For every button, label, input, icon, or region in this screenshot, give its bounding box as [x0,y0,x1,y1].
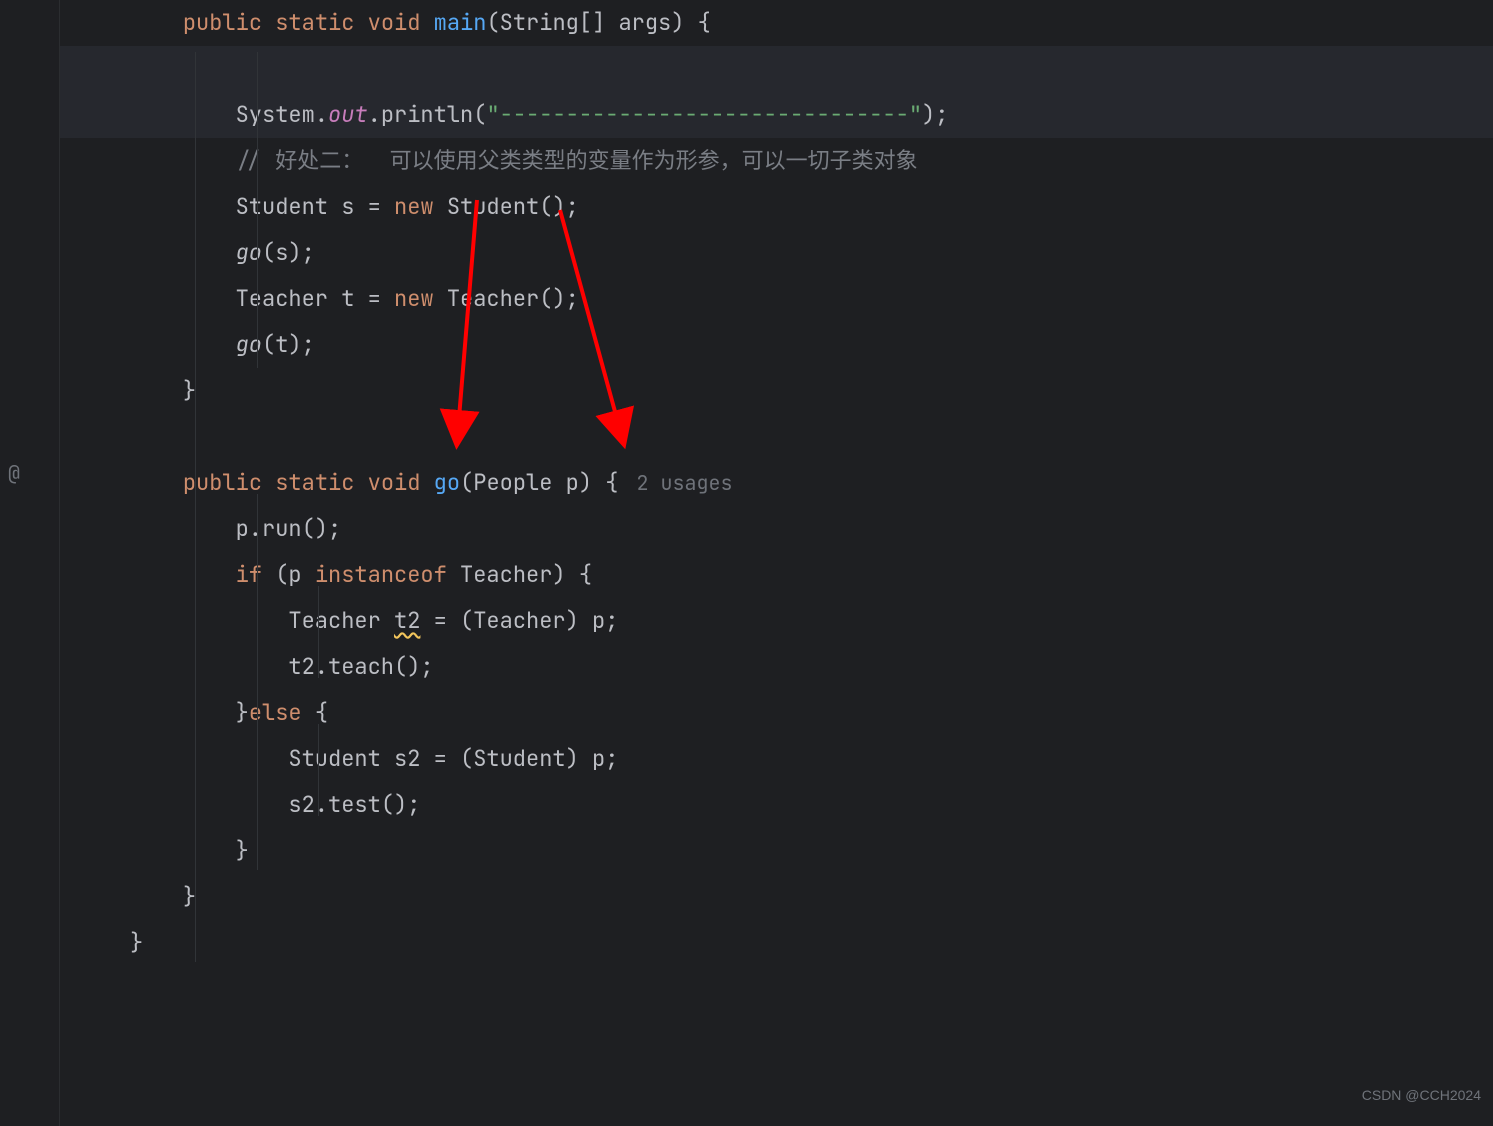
code-token: public [183,8,275,37]
code-token: System. [236,100,328,129]
code-token: (People p) { [460,468,618,497]
code-token: new [394,192,447,221]
code-token: s2.test(); [288,790,420,819]
code-line[interactable]: } [60,828,1493,874]
code-token: instanceof [315,560,460,589]
code-token: .println( [368,100,487,129]
indent-guide [318,724,319,816]
code-token: public [183,468,275,497]
code-token: (s); [262,238,315,267]
code-line[interactable]: // 好处二： 可以使用父类类型的变量作为形参，可以一切子类对象 [60,138,1493,184]
code-token: go [236,238,262,267]
watermark: CSDN @CCH2024 [1362,1072,1481,1118]
code-token: { [315,698,328,727]
indent-guide [318,586,319,678]
code-token: // 好处二： 可以使用父类类型的变量作为形参，可以一切子类对象 [236,146,918,175]
code-editor[interactable]: public static void main(String[] args) {… [60,0,1493,966]
code-token: main [434,8,487,37]
code-line[interactable]: p.run(); [60,506,1493,552]
code-line[interactable]: public static void go(People p) { 2 usage… [60,460,1493,506]
override-icon[interactable]: @ [8,450,20,496]
code-line[interactable]: s2.test(); [60,782,1493,828]
code-line[interactable]: } [60,368,1493,414]
code-line[interactable] [60,46,1493,92]
code-line[interactable]: Student s = new Student(); [60,184,1493,230]
code-line[interactable]: go(t); [60,322,1493,368]
code-token: void [368,8,434,37]
indent-guide [257,494,258,870]
code-token: go [236,330,262,359]
code-token: (t); [262,330,315,359]
code-token: Teacher) { [460,560,592,589]
code-token: out [328,100,368,129]
code-line[interactable]: Teacher t = new Teacher(); [60,276,1493,322]
code-token: Student(); [447,192,579,221]
code-line[interactable]: public static void main(String[] args) { [60,0,1493,46]
code-token: ); [922,100,948,129]
code-token: Teacher(); [447,284,579,313]
code-token: } [236,698,249,727]
code-line[interactable]: } [60,874,1493,920]
code-line[interactable]: if (p instanceof Teacher) { [60,552,1493,598]
code-line[interactable]: t2.teach(); [60,644,1493,690]
code-token: Student s2 = (Student) p; [288,744,618,773]
code-token: static [275,468,367,497]
code-token: Teacher [288,606,394,635]
code-line[interactable] [60,414,1493,460]
code-token: Student s = [236,192,394,221]
indent-guide [257,52,258,368]
code-line[interactable]: System.out.println("--------------------… [60,92,1493,138]
code-token: if [236,560,276,589]
code-line[interactable]: } [60,920,1493,966]
code-line[interactable]: }else { [60,690,1493,736]
code-token: void [368,468,434,497]
usages-hint[interactable]: 2 usages [636,470,732,496]
code-token: "-------------------------------" [486,100,922,129]
code-token: else [249,698,315,727]
code-line[interactable]: Student s2 = (Student) p; [60,736,1493,782]
code-token: t2 [394,606,420,635]
code-token: t2.teach(); [288,652,433,681]
code-line[interactable]: Teacher t2 = (Teacher) p; [60,598,1493,644]
code-token: (String[] args) { [486,8,710,37]
code-token: } [236,836,249,865]
code-token: new [394,284,447,313]
code-token: p.run(); [236,514,342,543]
code-token: (p [275,560,315,589]
code-token: static [275,8,367,37]
code-token: go [434,468,460,497]
code-line[interactable]: go(s); [60,230,1493,276]
code-token: Teacher t = [236,284,394,313]
indent-guide [195,52,196,962]
editor-gutter: @ [0,0,60,1126]
code-token: } [130,928,143,957]
code-token: = (Teacher) p; [420,606,618,635]
